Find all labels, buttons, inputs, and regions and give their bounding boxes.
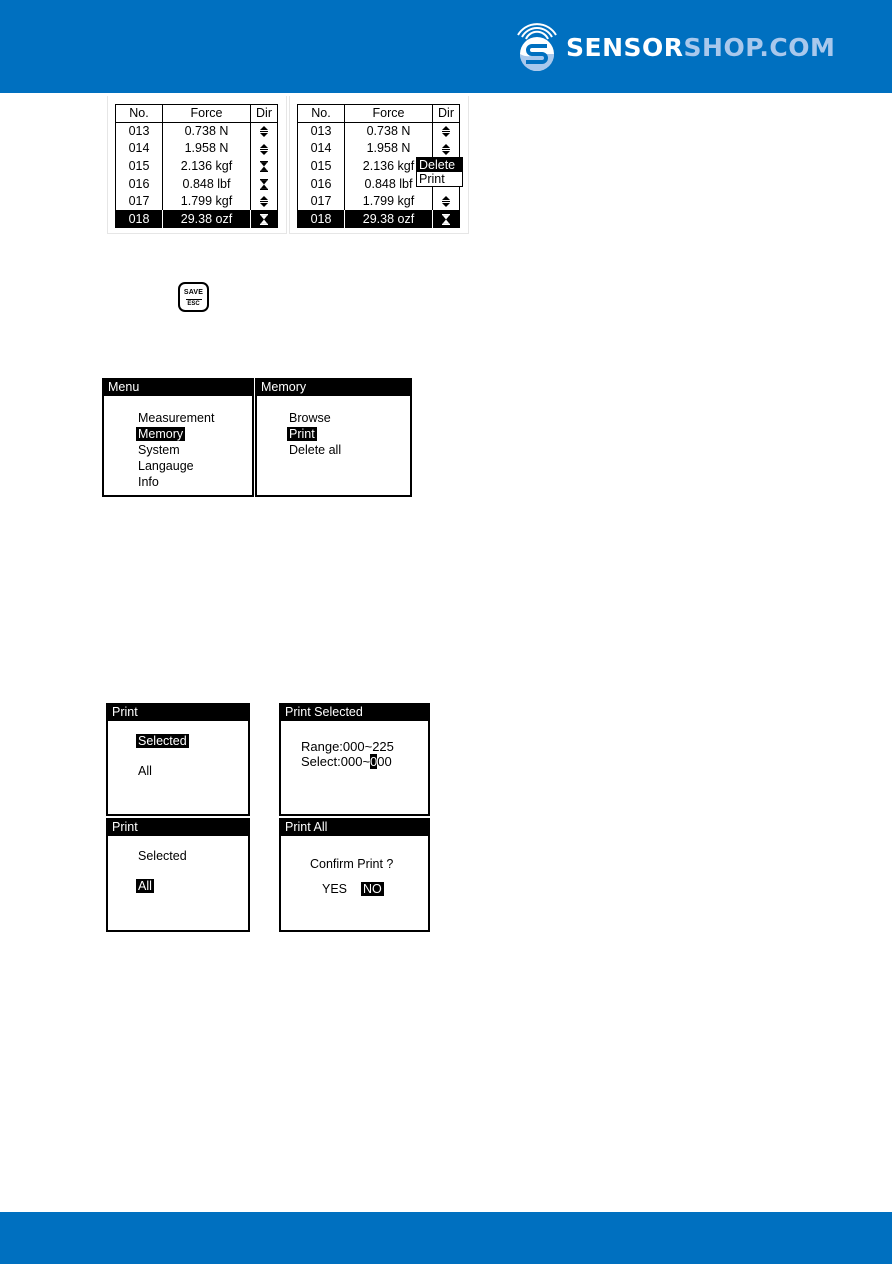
records-table-left: No. Force Dir 013 0.738 N 014 1.958 N 015 2.1… [115,104,278,229]
menu-screen: Menu Measurement Memory System Langauge … [102,378,254,497]
record-number: 017 [310,194,332,209]
print-selected-screen: Print Selected Range:000~225 Select:000~… [279,703,430,816]
record-number: 013 [310,124,332,139]
both-arrows-icon [441,141,451,155]
table-row[interactable]: 014 1.958 N [116,139,278,158]
column-header-force: Force [344,104,433,123]
record-force: 0.738 N [162,122,251,140]
screen-title: Print Selected [281,705,428,721]
popup-item-delete[interactable]: Delete [417,158,462,172]
both-arrows-icon [441,124,451,138]
table-row[interactable]: 018 29.38 ozf [297,210,460,228]
column-header-force: Force [162,104,251,123]
print-screen-all: Print Selected All [106,818,250,932]
both-arrows-icon [259,194,269,208]
record-force: 0.738 N [344,122,433,140]
table-row[interactable]: 013 0.738 N [298,122,460,140]
record-number: 016 [310,176,332,191]
screen-title: Print All [281,820,428,836]
memory-screen: Memory Browse Print Delete all [255,378,412,497]
table-row[interactable]: 016 0.848 lbf [116,174,278,193]
table-row[interactable]: 013 0.738 N [116,122,278,140]
brand-name: SENSORSHOP.COM [566,32,836,62]
confirm-question: Confirm Print ? [310,857,394,871]
sensor-wave-s-icon [512,13,562,71]
record-number: 013 [128,124,150,139]
memory-item-print[interactable]: Print [287,427,317,441]
both-arrows-icon [259,124,269,138]
record-direction [432,122,460,140]
popup-item-print[interactable]: Print [417,172,462,186]
record-force: 1.799 kgf [162,192,251,211]
record-direction [250,174,278,193]
print-option-all[interactable]: All [136,879,154,893]
print-option-all[interactable]: All [136,764,154,778]
column-header-no: No. [115,104,163,123]
record-direction [250,192,278,211]
hourglass-icon [259,212,269,226]
record-direction [432,210,460,228]
memory-item-delete-all[interactable]: Delete all [287,443,343,457]
screen-title: Menu [104,380,252,396]
screen-title: Memory [257,380,410,396]
record-force: 1.799 kgf [344,192,433,211]
record-force: 2.136 kgf [162,157,251,175]
yes-button[interactable]: YES [320,882,349,896]
column-header-dir: Dir [432,104,460,123]
table-row[interactable]: 017 1.799 kgf [116,192,278,211]
record-force: 29.38 ozf [162,210,251,228]
print-all-screen: Print All Confirm Print ? YES NO [279,818,430,932]
record-number: 015 [128,159,150,174]
record-direction [250,157,278,175]
record-force: 1.958 N [162,139,251,158]
record-number: 015 [310,159,332,174]
footer-band [0,1212,892,1264]
record-number: 014 [128,141,150,156]
menu-item-memory[interactable]: Memory [136,427,186,441]
column-header-no: No. [297,104,345,123]
record-number: 016 [128,176,150,191]
both-arrows-icon [441,194,451,208]
record-number: 018 [297,210,345,228]
no-button[interactable]: NO [361,882,384,896]
record-number: 018 [115,210,163,228]
record-direction [432,192,460,211]
print-option-selected[interactable]: Selected [136,734,189,748]
record-force: 29.38 ozf [344,210,433,228]
select-input[interactable]: Select:000~000 [299,754,394,769]
table-row[interactable]: 018 29.38 ozf [115,210,278,228]
table-header-row: No. Force Dir [297,104,460,123]
record-direction [250,122,278,140]
screen-title: Print [108,820,248,836]
save-esc-key-icon: SAVE ESC [178,282,209,312]
column-header-dir: Dir [250,104,278,123]
record-direction [432,139,460,158]
sensorshop-logo: SENSORSHOP.COM [512,12,835,72]
table-row[interactable]: 014 1.958 N [298,139,460,158]
range-readout: Range:000~225 [301,739,394,754]
menu-item-info[interactable]: Info [136,475,161,489]
record-number: 017 [128,194,150,209]
hourglass-icon [441,212,451,226]
print-screen-selected: Print Selected All [106,703,250,816]
hourglass-icon [259,159,269,173]
menu-item-language[interactable]: Langauge [136,459,196,473]
both-arrows-icon [259,141,269,155]
memory-item-browse[interactable]: Browse [287,411,333,425]
record-direction [250,139,278,158]
table-row[interactable]: 017 1.799 kgf [298,192,460,211]
hourglass-icon [259,177,269,191]
table-row[interactable]: 015 2.136 kgf [116,157,278,175]
record-force: 0.848 lbf [162,174,251,193]
screen-title: Print [108,705,248,721]
record-number: 014 [310,141,332,156]
table-header-row: No. Force Dir [115,104,278,123]
record-force: 1.958 N [344,139,433,158]
menu-item-measurement[interactable]: Measurement [136,411,216,425]
print-option-selected[interactable]: Selected [136,849,189,863]
context-menu-popup: Delete Print [416,157,463,187]
record-direction [250,210,278,228]
menu-item-system[interactable]: System [136,443,182,457]
